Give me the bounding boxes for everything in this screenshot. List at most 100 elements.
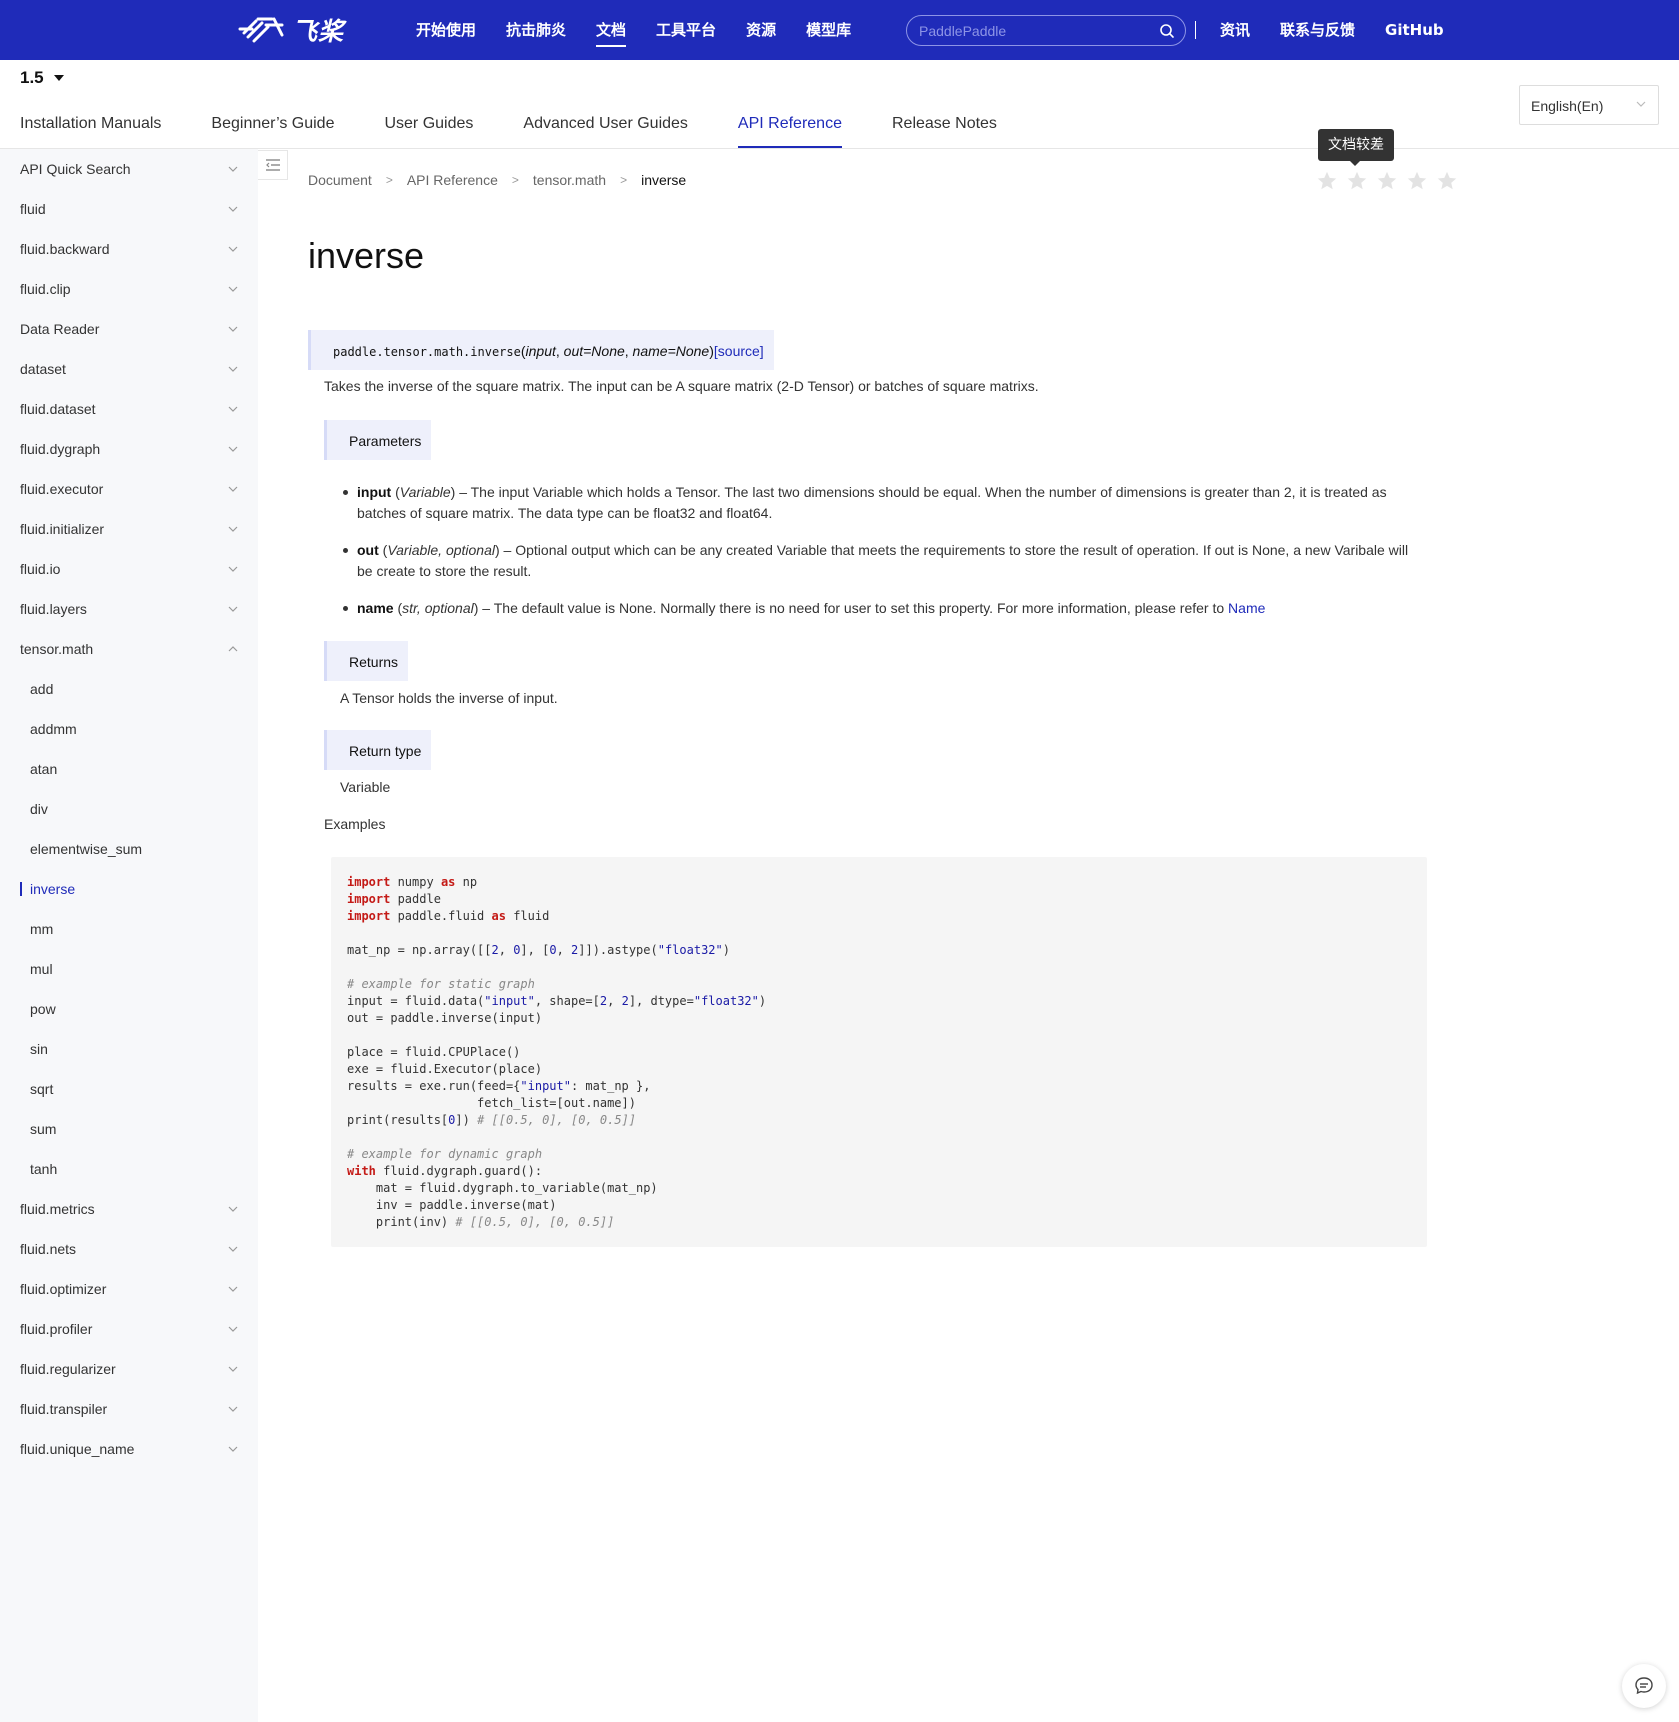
sidebar-item-fluid-backward[interactable]: fluid.backward [20, 229, 240, 269]
chevron-down-icon [228, 566, 238, 572]
sidebar-item-inverse[interactable]: inverse [20, 869, 230, 909]
chevron-down-icon [228, 1286, 238, 1292]
breadcrumb-separator-icon: > [511, 173, 519, 187]
star-icon[interactable] [1406, 170, 1428, 192]
code-block: import numpy as np import paddle import … [347, 875, 767, 1229]
function-description: Takes the inverse of the square matrix. … [324, 378, 1039, 394]
sidebar-item-label: API Quick Search [20, 161, 131, 177]
sidebar-item-fluid-transpiler[interactable]: fluid.transpiler [20, 1389, 240, 1429]
sidebar-item-fluid-io[interactable]: fluid.io [20, 549, 240, 589]
tab-release-notes[interactable]: Release Notes [892, 96, 997, 148]
sidebar-item-data-reader[interactable]: Data Reader [20, 309, 240, 349]
sidebar-item-label: fluid.optimizer [20, 1281, 107, 1297]
sidebar-item-fluid-layers[interactable]: fluid.layers [20, 589, 240, 629]
sidebar-item-tanh[interactable]: tanh [30, 1149, 230, 1189]
returns-heading: Returns [324, 641, 409, 681]
chevron-down-icon [228, 1326, 238, 1332]
version-selector[interactable]: 1.5 [20, 68, 64, 88]
nav-news[interactable]: 资讯 [1220, 0, 1250, 60]
nav-getting-started[interactable]: 开始使用 [416, 0, 476, 60]
nav-covid[interactable]: 抗击肺炎 [506, 0, 566, 60]
star-icon[interactable] [1316, 170, 1338, 192]
return-type-heading: Return type [324, 730, 432, 770]
param-item: input (Variable) – The input Variable wh… [340, 482, 1420, 524]
star-icon[interactable] [1376, 170, 1398, 192]
sidebar-item-label: fluid.clip [20, 281, 71, 297]
nav-models[interactable]: 模型库 [806, 0, 851, 60]
menu-fold-icon [266, 159, 280, 171]
star-icon[interactable] [1346, 170, 1368, 192]
code-example: import numpy as np import paddle import … [331, 857, 1427, 1247]
sidebar-item-fluid[interactable]: fluid [20, 189, 240, 229]
tab-user-guides[interactable]: User Guides [384, 96, 473, 148]
sidebar-item-mm[interactable]: mm [30, 909, 230, 949]
sidebar-item-fluid-clip[interactable]: fluid.clip [20, 269, 240, 309]
sidebar-item-fluid-dygraph[interactable]: fluid.dygraph [20, 429, 240, 469]
sidebar-item-addmm[interactable]: addmm [30, 709, 230, 749]
doc-tabs: Installation Manuals Beginner’s Guide Us… [20, 96, 1047, 148]
sidebar-item-fluid-profiler[interactable]: fluid.profiler [20, 1309, 240, 1349]
sidebar-item-label: atan [30, 761, 58, 777]
sidebar-item-label: fluid.backward [20, 241, 110, 257]
sidebar-item-label: fluid.io [20, 561, 61, 577]
tab-advanced-user-guides[interactable]: Advanced User Guides [523, 96, 688, 148]
chevron-down-icon [228, 246, 238, 252]
sidebar-item-label: pow [30, 1001, 56, 1017]
breadcrumb-tensor-math[interactable]: tensor.math [533, 172, 606, 188]
name-link[interactable]: Name [1228, 600, 1265, 616]
breadcrumb-document[interactable]: Document [308, 172, 372, 188]
sidebar-item-fluid-dataset[interactable]: fluid.dataset [20, 389, 240, 429]
chevron-down-icon [228, 526, 238, 532]
sidebar-item-tensor-math[interactable]: tensor.math [20, 629, 240, 669]
chevron-down-icon [228, 1206, 238, 1212]
paddle-logo-mark-icon [238, 17, 284, 43]
param-item: out (Variable, optional) – Optional outp… [340, 540, 1420, 582]
sidebar-item-mul[interactable]: mul [30, 949, 230, 989]
search-icon[interactable] [1159, 23, 1175, 39]
collapse-sidebar-button[interactable] [258, 150, 288, 180]
tab-api-reference[interactable]: API Reference [737, 96, 843, 148]
sidebar-item-fluid-metrics[interactable]: fluid.metrics [20, 1189, 240, 1229]
source-link[interactable]: [source] [714, 343, 764, 359]
chevron-down-icon [228, 446, 238, 452]
language-select[interactable]: English(En) [1519, 85, 1659, 125]
sidebar-item-label: dataset [20, 361, 66, 377]
sidebar-item-fluid-nets[interactable]: fluid.nets [20, 1229, 240, 1269]
sidebar-item-elementwise-sum[interactable]: elementwise_sum [30, 829, 230, 869]
sidebar-item-sum[interactable]: sum [30, 1109, 230, 1149]
feedback-chat-button[interactable] [1622, 1664, 1666, 1708]
api-sidebar: API Quick Search fluid fluid.backward fluid… [0, 149, 258, 1722]
nav-docs[interactable]: 文档 [596, 0, 627, 60]
tab-beginners-guide[interactable]: Beginner’s Guide [211, 96, 334, 148]
nav-github[interactable]: GitHub [1385, 0, 1444, 60]
star-icon[interactable] [1436, 170, 1458, 192]
sidebar-item-fluid-regularizer[interactable]: fluid.regularizer [20, 1349, 240, 1389]
sidebar-item-label: inverse [30, 881, 76, 897]
sidebar-item-div[interactable]: div [30, 789, 230, 829]
sidebar-item-dataset[interactable]: dataset [20, 349, 240, 389]
nav-contact[interactable]: 联系与反馈 [1280, 0, 1355, 60]
page-title: inverse [308, 235, 425, 276]
signature-separator: , [624, 343, 633, 359]
return-type-text: Variable [340, 779, 391, 795]
sidebar-item-atan[interactable]: atan [30, 749, 230, 789]
sidebar-item-label: fluid.dataset [20, 401, 96, 417]
paddle-logo[interactable]: 飞桨 [238, 10, 344, 50]
sidebar-item-sqrt[interactable]: sqrt [30, 1069, 230, 1109]
tab-installation-manuals[interactable]: Installation Manuals [20, 96, 161, 148]
sidebar-item-fluid-initializer[interactable]: fluid.initializer [20, 509, 240, 549]
sidebar-item-label: fluid.profiler [20, 1321, 93, 1337]
sidebar-item-sin[interactable]: sin [30, 1029, 230, 1069]
breadcrumb-api-reference[interactable]: API Reference [407, 172, 498, 188]
chevron-down-icon [228, 606, 238, 612]
sidebar-item-add[interactable]: add [30, 669, 230, 709]
nav-resources[interactable]: 资源 [746, 0, 776, 60]
sidebar-item-fluid-unique-name[interactable]: fluid.unique_name [20, 1429, 240, 1469]
sidebar-item-api-quick-search[interactable]: API Quick Search [20, 149, 240, 189]
sidebar-item-pow[interactable]: pow [30, 989, 230, 1029]
search-input[interactable] [919, 20, 1149, 42]
sidebar-item-fluid-optimizer[interactable]: fluid.optimizer [20, 1269, 240, 1309]
nav-tools[interactable]: 工具平台 [656, 0, 716, 60]
sidebar-item-fluid-executor[interactable]: fluid.executor [20, 469, 240, 509]
param-name: name [357, 600, 394, 616]
